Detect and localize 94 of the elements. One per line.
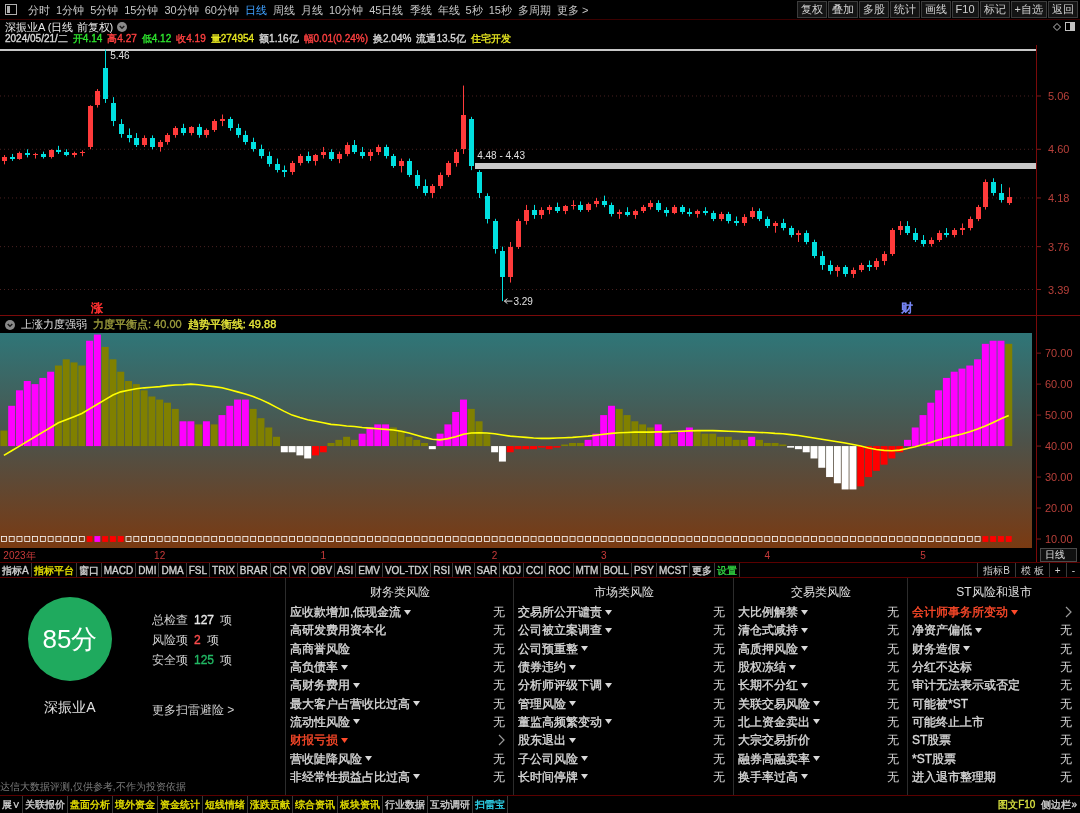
- risk-result: 无: [713, 659, 725, 676]
- risk-result: 无: [493, 659, 505, 676]
- column-title: ST风险和退市: [955, 584, 1033, 601]
- stock-name: 深振业A: [44, 698, 96, 716]
- axis-label: 3.76: [1048, 240, 1070, 253]
- risk-result: 无: [493, 713, 505, 730]
- date-label: 12: [154, 550, 166, 561]
- stat-value: 2: [194, 632, 201, 649]
- axis-label: 50.00: [1045, 409, 1073, 422]
- indicator-reading: 力度平衡点: 40.00: [93, 317, 182, 333]
- stat-label: 风险项: [152, 632, 188, 649]
- indicator-reading: 趋势平衡线: 49.88: [187, 317, 277, 333]
- quote-field: 收4.19: [176, 32, 206, 45]
- chart-title: 深振业A (日线 前复权): [5, 20, 114, 33]
- axis-label: 5.06: [1048, 90, 1070, 102]
- axis-label: 4.18: [1048, 191, 1070, 204]
- date-label: 2023年: [3, 550, 36, 561]
- risk-result: 无: [887, 640, 899, 657]
- risk-result: 无: [1060, 732, 1072, 749]
- risk-result: 无: [1060, 768, 1072, 785]
- risk-result: 无: [713, 713, 725, 730]
- date-label: 3: [600, 550, 607, 561]
- risk-result: 无: [713, 640, 725, 657]
- stat-unit: 项: [220, 652, 233, 669]
- axis-label: 4.60: [1048, 143, 1070, 156]
- stat-unit: 项: [220, 612, 233, 629]
- risk-result: 无: [887, 622, 899, 639]
- quote-field: 流通13.5亿: [416, 32, 466, 45]
- risk-result: 无: [713, 622, 725, 639]
- risk-result: 无: [493, 677, 505, 694]
- band-label: 4.48 - 4.43: [477, 150, 525, 162]
- quote-field: 住宅开发: [470, 32, 511, 45]
- quote-field: 高4.27: [107, 32, 137, 45]
- column-title: 财务类风险: [368, 584, 431, 601]
- risk-result: 无: [713, 604, 725, 621]
- quote-field: 幅0.01(0.24%): [303, 32, 369, 45]
- date-label: 5: [920, 550, 926, 561]
- risk-result: 无: [1060, 622, 1072, 639]
- risk-result: 无: [713, 768, 725, 785]
- risk-result: 无: [493, 640, 505, 657]
- stat-label: 总检查: [152, 612, 188, 629]
- axis-label: 3.39: [1048, 283, 1070, 296]
- risk-result: 无: [887, 750, 899, 767]
- risk-result: 无: [887, 695, 899, 712]
- risk-result: 无: [713, 695, 725, 712]
- risk-result: 无: [887, 659, 899, 676]
- quote-field: 换2.04%: [373, 32, 412, 45]
- event-tag: 财: [901, 301, 914, 315]
- risk-result: 无: [713, 750, 725, 767]
- risk-result: 无: [887, 677, 899, 694]
- risk-result: 无: [493, 695, 505, 712]
- axis-label: 70.00: [1045, 347, 1073, 360]
- low-price-label: 3.29: [513, 296, 533, 308]
- risk-result: 无: [887, 732, 899, 749]
- risk-result: 无: [887, 713, 899, 730]
- risk-result: 无: [713, 677, 725, 694]
- quote-field: 低4.12: [141, 32, 172, 45]
- disclaimer: 达信大数据评测,仅供参考,不作为投资依据: [0, 780, 187, 794]
- column-title: 交易类风险: [789, 584, 852, 601]
- date-label: 2: [491, 550, 498, 561]
- risk-result: 无: [493, 768, 505, 785]
- risk-result: 无: [1060, 750, 1072, 767]
- axis-label: 20.00: [1045, 502, 1073, 515]
- date-label: 4: [764, 550, 771, 561]
- quote-field: 量274954: [210, 32, 255, 45]
- axis-label: 40.00: [1045, 440, 1073, 453]
- risk-result: 无: [1060, 640, 1072, 657]
- risk-result: 无: [887, 604, 899, 621]
- date-label: 1: [320, 550, 327, 561]
- quote-field: 额1.16亿: [259, 32, 299, 45]
- risk-result: 无: [493, 604, 505, 621]
- event-tag: 涨: [91, 301, 104, 315]
- axis-label: 10.00: [1045, 533, 1073, 545]
- risk-result: 无: [1060, 677, 1072, 694]
- risk-result: 无: [1060, 659, 1072, 676]
- risk-result: 无: [493, 622, 505, 639]
- risk-result: 无: [493, 750, 505, 767]
- stat-label: 安全项: [152, 652, 188, 669]
- stat-value: 127: [194, 612, 215, 629]
- indicator-name: 上涨力度强弱: [21, 317, 87, 333]
- score-badge: 85分: [28, 597, 112, 681]
- column-title: 市场类风险: [592, 584, 655, 601]
- axis-label: 60.00: [1045, 378, 1073, 391]
- risk-result: 无: [713, 732, 725, 749]
- axis-label: 30.00: [1045, 471, 1073, 484]
- quote-field: 2024/05/21/二: [5, 32, 68, 45]
- quote-field: 开4.14: [72, 32, 103, 45]
- risk-result: 无: [1060, 695, 1072, 712]
- high-price-label: 5.46: [110, 49, 130, 61]
- risk-result: 无: [1060, 713, 1072, 730]
- stat-unit: 项: [206, 632, 219, 649]
- period-label: 日线: [1040, 548, 1077, 562]
- stat-value: 125: [194, 652, 215, 669]
- risk-result: 无: [887, 768, 899, 785]
